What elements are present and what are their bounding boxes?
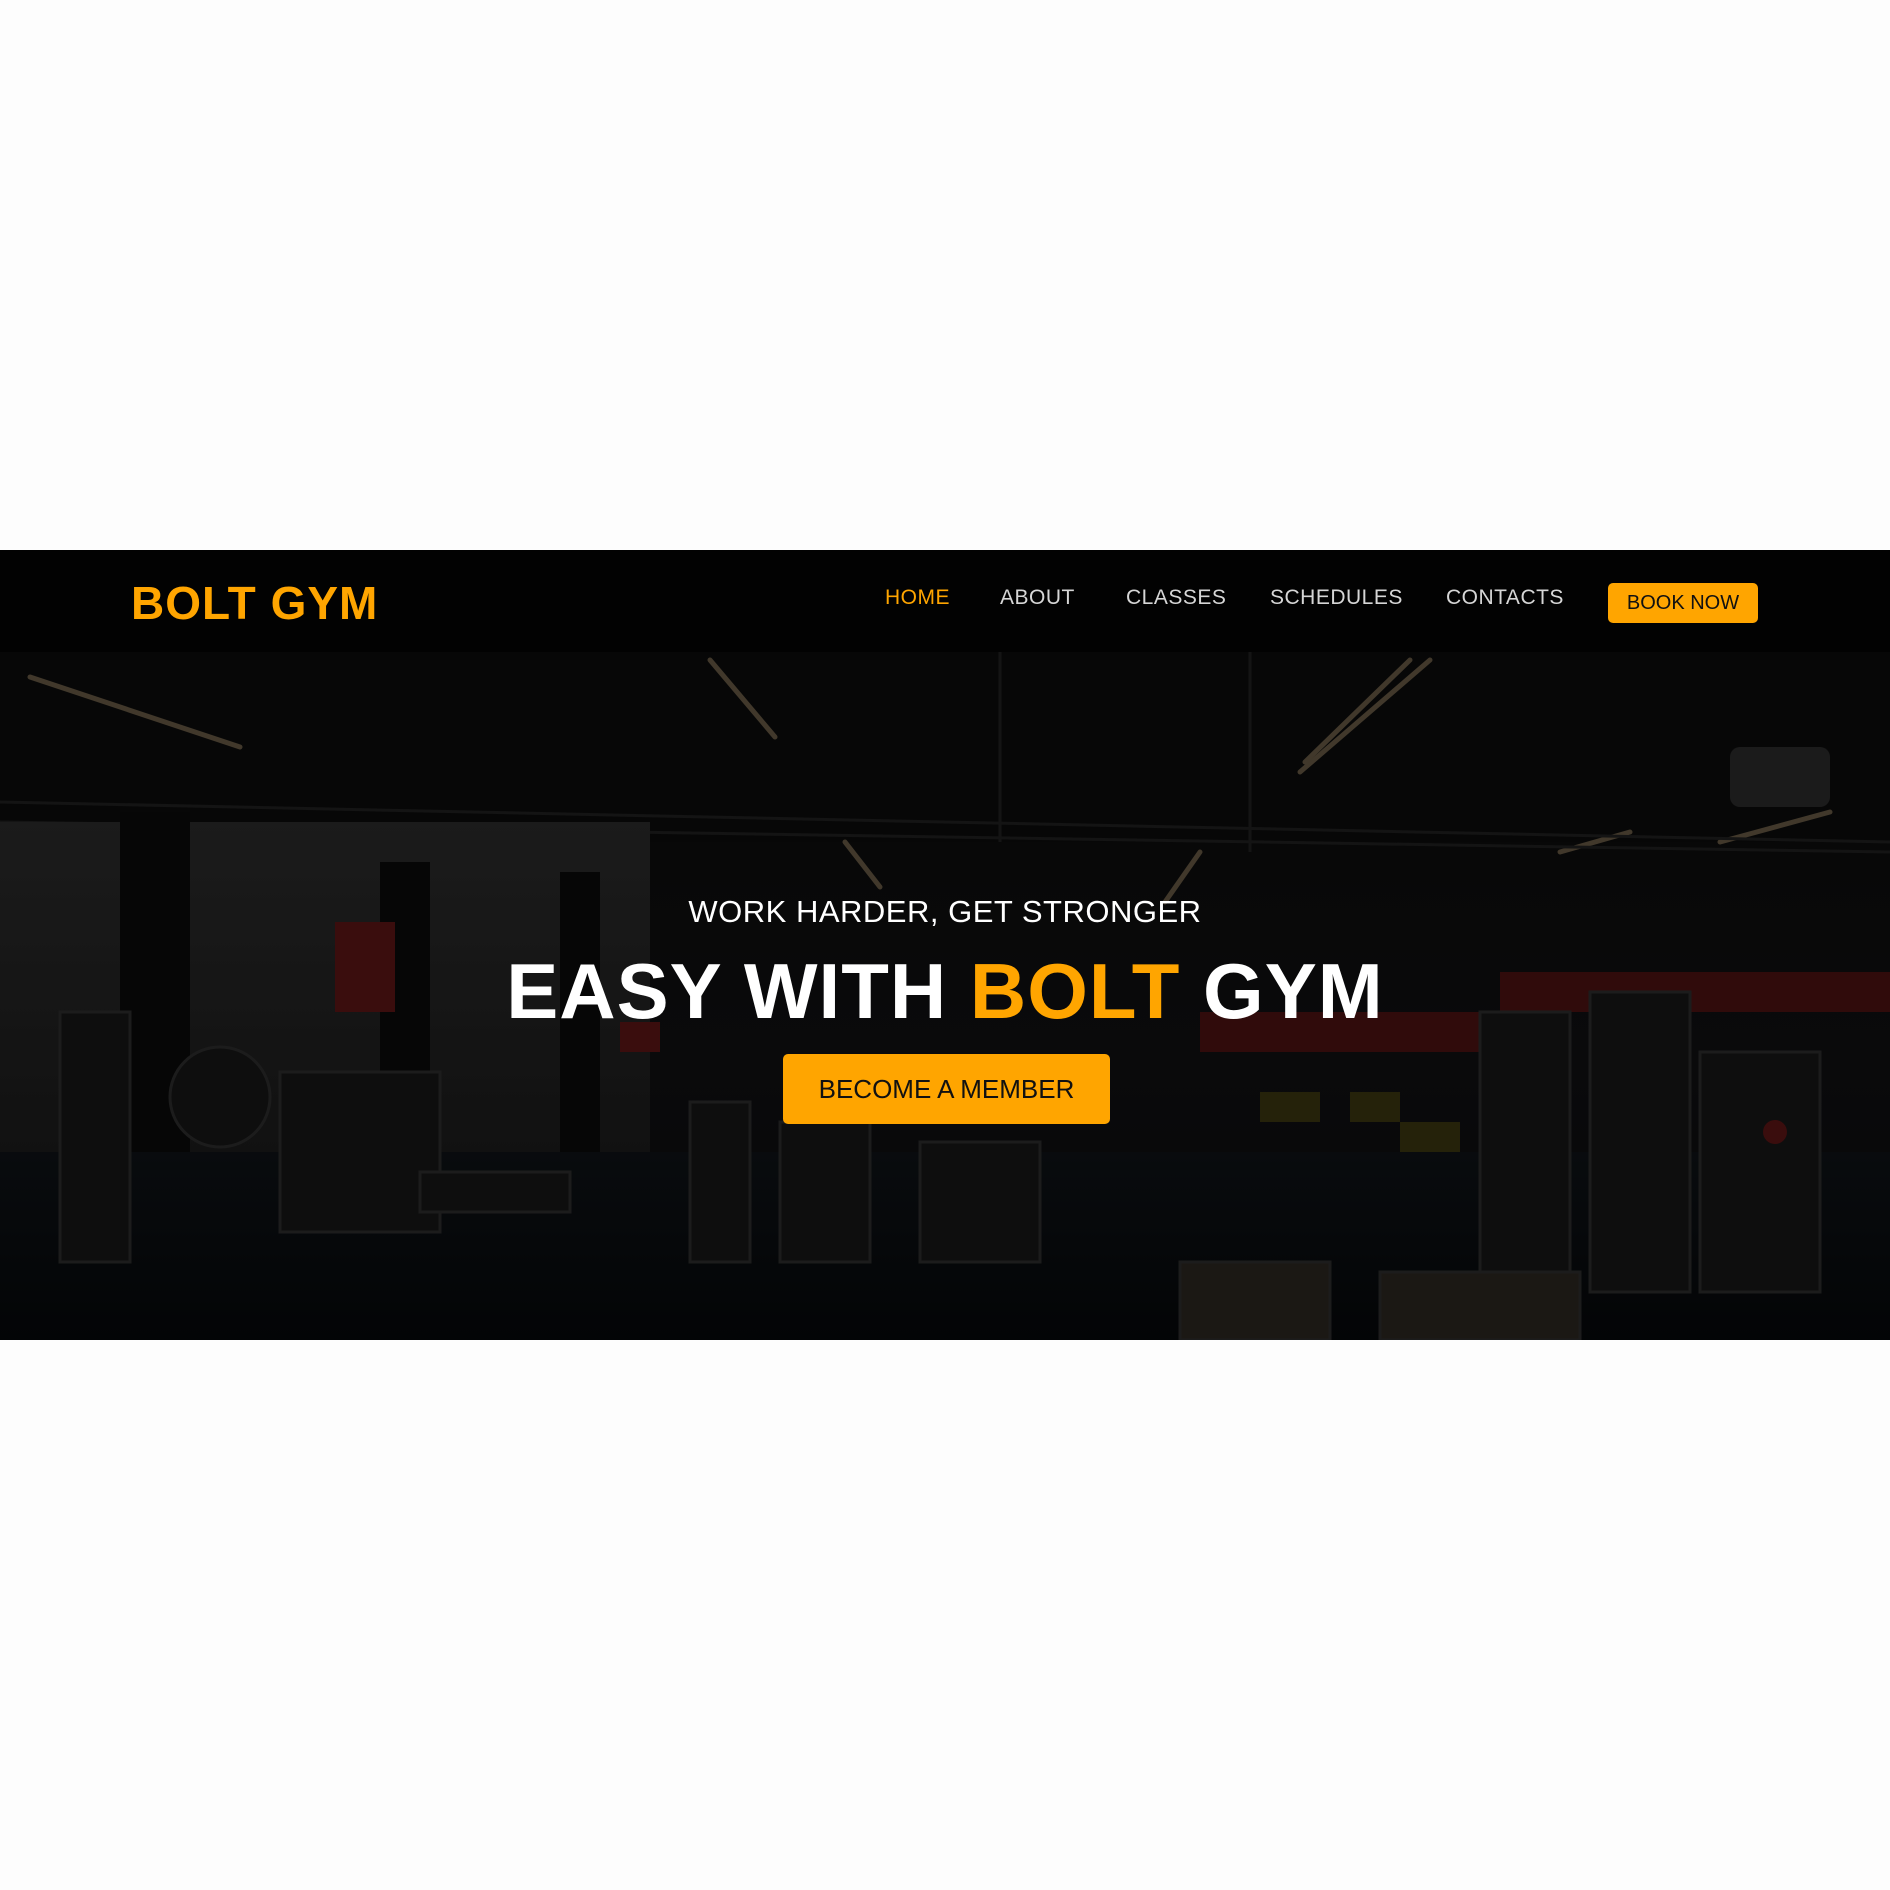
page-frame: BOLT GYM HOME ABOUT CLASSES SCHEDULES CO… [0, 550, 1890, 1340]
book-now-button[interactable]: BOOK NOW [1608, 583, 1758, 623]
hero-content: WORK HARDER, GET STRONGER EASY WITH BOLT… [0, 652, 1890, 1340]
hero-headline: EASY WITH BOLT GYM [0, 946, 1890, 1037]
headline-accent: BOLT [969, 947, 1181, 1035]
hero-tagline: WORK HARDER, GET STRONGER [688, 894, 1202, 929]
nav-item-about[interactable]: ABOUT [1000, 586, 1075, 610]
nav-item-classes[interactable]: CLASSES [1126, 586, 1226, 610]
nav-links: HOME ABOUT CLASSES SCHEDULES CONTACTS [0, 586, 1890, 626]
headline-part1: EASY WITH [506, 947, 970, 1035]
hero-section: WORK HARDER, GET STRONGER EASY WITH BOLT… [0, 652, 1890, 1340]
navbar: BOLT GYM HOME ABOUT CLASSES SCHEDULES CO… [0, 550, 1890, 652]
nav-item-schedules[interactable]: SCHEDULES [1270, 586, 1403, 610]
nav-item-contacts[interactable]: CONTACTS [1446, 586, 1564, 610]
become-member-button[interactable]: BECOME A MEMBER [783, 1054, 1110, 1124]
headline-part2: GYM [1180, 947, 1384, 1035]
nav-item-home[interactable]: HOME [885, 586, 950, 610]
